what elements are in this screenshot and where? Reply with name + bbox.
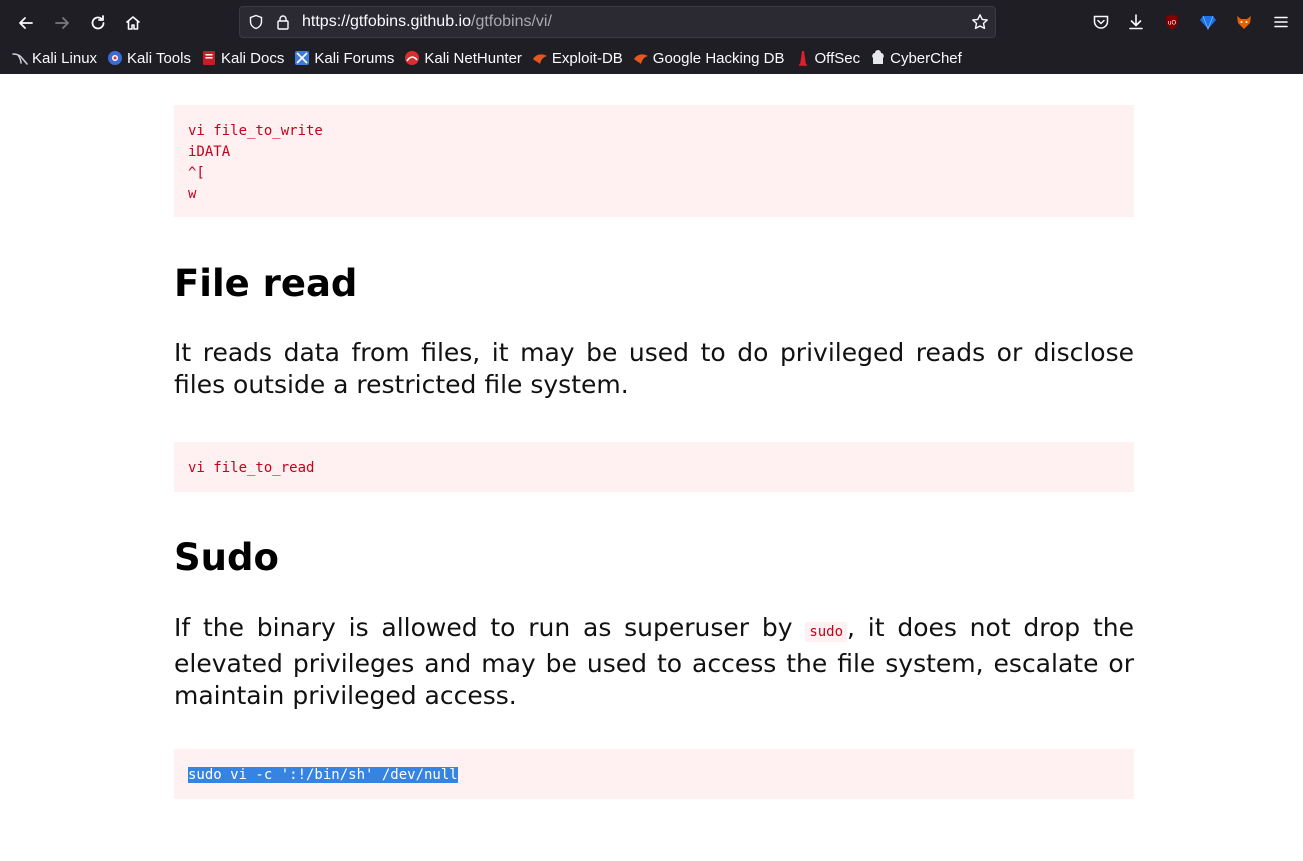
bookmark-label: CyberChef — [890, 49, 962, 67]
fox-icon — [1237, 16, 1251, 29]
bookmark-label: Kali Docs — [220, 49, 285, 67]
svg-text:uO: uO — [1168, 20, 1177, 27]
file-read-code[interactable]: vi file_to_read — [188, 458, 1120, 479]
bookmark-kali-forums[interactable]: Kali Forums — [294, 50, 394, 67]
bookmark-exploit-db[interactable]: Exploit-DB — [532, 50, 623, 67]
browser-chrome: https://gtfobins.github.io/gtfobins/vi/ … — [0, 0, 1303, 74]
foxyproxy-extension-button[interactable] — [1233, 12, 1255, 32]
reload-icon — [91, 15, 105, 30]
bookmark-kali-linux[interactable]: Kali Linux — [12, 50, 97, 67]
forward-button[interactable] — [48, 9, 76, 37]
bookmark-offsec[interactable]: OffSec — [795, 49, 861, 67]
arrow-right-icon — [55, 17, 69, 29]
pocket-icon — [1093, 15, 1109, 29]
bookmark-label: OffSec — [814, 49, 861, 67]
back-button[interactable] — [12, 9, 40, 37]
bookmark-label: Kali Linux — [32, 49, 98, 67]
kali-tools-icon — [108, 51, 123, 65]
url-text[interactable]: https://gtfobins.github.io/gtfobins/vi/ — [302, 13, 552, 31]
ublock-origin-icon: uO — [1166, 14, 1178, 30]
ublock-extension-button[interactable]: uO — [1161, 12, 1183, 32]
kali-forums-icon — [295, 51, 310, 65]
home-button[interactable] — [119, 9, 147, 37]
reload-button[interactable] — [84, 9, 112, 37]
url-host: https://gtfobins.github.io — [302, 13, 471, 30]
sudo-description-before: If the binary is allowed to run as super… — [174, 613, 806, 642]
bookmark-label: Kali NetHunter — [424, 49, 522, 67]
cyberchef-icon — [872, 50, 884, 64]
hamburger-menu-icon — [1274, 16, 1288, 28]
bookmark-kali-docs[interactable]: Kali Docs — [201, 50, 284, 67]
sudo-code-selected[interactable]: sudo vi -c ':!/bin/sh' /dev/null — [188, 767, 458, 783]
blue-gem-icon — [1200, 15, 1216, 31]
ghdb-icon — [633, 54, 648, 64]
download-icon — [1129, 14, 1143, 30]
file-read-heading: File read — [174, 262, 358, 305]
kali-dragon-icon — [12, 53, 28, 65]
bookmark-label: Exploit-DB — [551, 49, 623, 67]
bookmark-label: Google Hacking DB — [652, 49, 785, 67]
bookmark-label: Kali Tools — [127, 49, 191, 67]
sudo-heading: Sudo — [174, 536, 279, 579]
file-read-description: It reads data from files, it may be used… — [174, 338, 1134, 399]
offsec-icon — [798, 51, 807, 66]
bookmark-kali-tools[interactable]: Kali Tools — [107, 50, 191, 67]
bookmark-label: Kali Forums — [314, 49, 395, 67]
sudo-code-block: sudo vi -c ':!/bin/sh' /dev/null — [174, 749, 1134, 799]
bookmarks-toolbar: Kali Linux Kali Tools Kali Docs Kali For… — [12, 47, 972, 69]
extension-gem-button[interactable] — [1197, 12, 1219, 32]
bookmark-kali-nethunter[interactable]: Kali NetHunter — [404, 50, 522, 67]
arrow-left-icon — [19, 17, 33, 29]
file-read-code-block: vi file_to_read — [174, 442, 1134, 492]
kali-docs-icon — [202, 51, 215, 65]
sudo-description: If the binary is allowed to run as super… — [174, 612, 1134, 712]
bookmark-star-icon[interactable] — [971, 13, 989, 31]
bookmark-google-hacking-db[interactable]: Google Hacking DB — [633, 50, 785, 67]
app-menu-button[interactable] — [1270, 12, 1292, 32]
page-content: vi file_to_write iDATA ^[ w File read It… — [0, 74, 1303, 861]
pocket-button[interactable] — [1090, 12, 1112, 32]
url-path: /gtfobins/vi/ — [471, 13, 552, 30]
address-bar[interactable]: https://gtfobins.github.io/gtfobins/vi/ — [239, 6, 996, 38]
bookmark-cyberchef[interactable]: CyberChef — [870, 50, 962, 67]
home-icon — [125, 16, 141, 30]
sudo-inline-code: sudo — [805, 622, 848, 642]
exploit-db-icon — [532, 54, 547, 64]
downloads-button[interactable] — [1125, 12, 1147, 32]
file-write-code[interactable]: vi file_to_write iDATA ^[ w — [188, 121, 1120, 205]
shield-icon[interactable] — [248, 14, 264, 30]
kali-nethunter-icon — [405, 51, 420, 65]
file-write-code-block: vi file_to_write iDATA ^[ w — [174, 105, 1134, 217]
lock-icon[interactable] — [275, 14, 291, 30]
